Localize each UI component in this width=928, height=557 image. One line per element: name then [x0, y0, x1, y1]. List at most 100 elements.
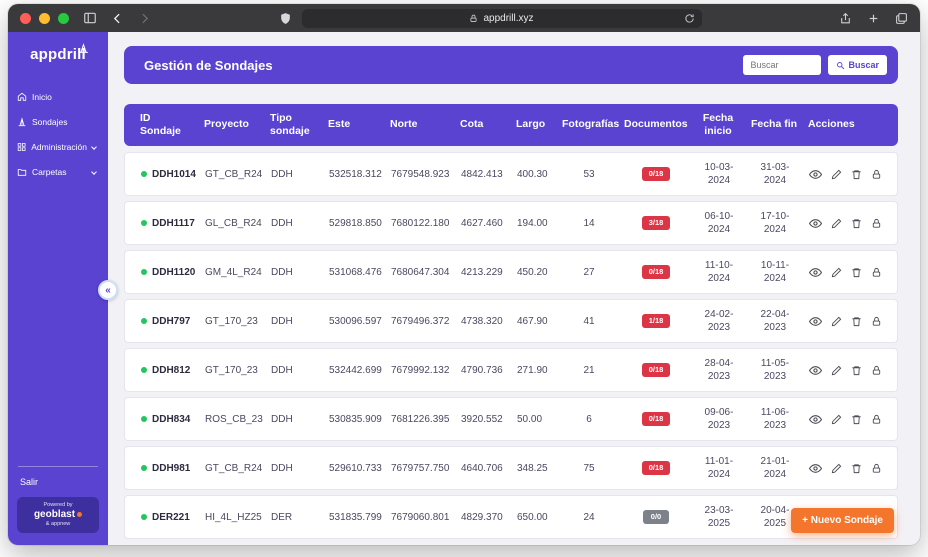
pencil-icon	[831, 365, 842, 376]
lock-action-button[interactable]	[871, 169, 882, 180]
lock-action-button[interactable]	[871, 414, 882, 425]
delete-action-button[interactable]	[851, 414, 862, 425]
north-cell: 7679060.801	[391, 511, 461, 524]
sidebar-item-label: Carpetas	[32, 167, 67, 177]
new-tab-icon[interactable]	[867, 12, 880, 25]
lock-action-button[interactable]	[871, 365, 882, 376]
sidebar-collapse-button[interactable]: «	[98, 280, 118, 300]
column-header: Tipo sondaje	[270, 112, 328, 138]
lock-action-button[interactable]	[871, 218, 882, 229]
delete-action-button[interactable]	[851, 169, 862, 180]
actions-cell	[809, 315, 897, 328]
sondaje-id: DDH1117	[152, 217, 195, 230]
lock-action-button[interactable]	[871, 463, 882, 474]
sidebar-item-sondajes[interactable]: Sondajes	[8, 112, 108, 132]
sondaje-id: DDH797	[152, 315, 190, 328]
view-action-button[interactable]	[809, 217, 822, 230]
project-cell: GL_CB_R24	[205, 217, 271, 230]
page-title: Gestión de Sondajes	[144, 58, 743, 73]
app-logo: appdrill	[8, 32, 108, 65]
edit-action-button[interactable]	[831, 218, 842, 229]
view-action-button[interactable]	[809, 462, 822, 475]
delete-action-button[interactable]	[851, 218, 862, 229]
documents-cell: 0/0	[625, 510, 697, 525]
delete-action-button[interactable]	[851, 316, 862, 327]
eye-icon	[809, 364, 822, 377]
reload-icon[interactable]	[684, 13, 695, 27]
type-cell: DDH	[271, 315, 329, 328]
share-icon[interactable]	[839, 12, 852, 25]
sidebar-item-inicio[interactable]: Inicio	[8, 87, 108, 107]
page-header: Gestión de Sondajes Buscar	[124, 46, 898, 84]
elevation-cell: 4790.736	[461, 364, 517, 377]
start-date-cell: 10-03-2024	[697, 161, 751, 187]
documents-badge: 1/18	[642, 314, 671, 329]
sidebar-item-carpetas[interactable]: Carpetas	[8, 162, 108, 182]
search-input[interactable]	[743, 55, 821, 75]
padlock-icon	[871, 218, 882, 229]
trash-icon	[851, 316, 862, 327]
start-date-cell: 28-04-2023	[697, 357, 751, 383]
view-action-button[interactable]	[809, 315, 822, 328]
edit-action-button[interactable]	[831, 169, 842, 180]
search-button[interactable]: Buscar	[828, 55, 887, 75]
edit-action-button[interactable]	[831, 414, 842, 425]
photos-cell: 27	[563, 266, 625, 279]
delete-action-button[interactable]	[851, 365, 862, 376]
minimize-window-button[interactable]	[39, 13, 50, 24]
project-cell: GM_4L_R24	[205, 266, 271, 279]
delete-action-button[interactable]	[851, 463, 862, 474]
start-date-cell: 23-03-2025	[697, 504, 751, 530]
view-action-button[interactable]	[809, 266, 822, 279]
sondaje-id-cell: DDH981	[141, 462, 205, 475]
sondaje-id-cell: DER221	[141, 511, 205, 524]
end-date-cell: 11-06-2023	[751, 406, 809, 432]
drill-rig-logo-icon	[77, 40, 90, 58]
type-cell: DDH	[271, 462, 329, 475]
edit-action-button[interactable]	[831, 463, 842, 474]
sidebar-item-label: Administración	[31, 142, 87, 152]
documents-badge: 3/18	[642, 216, 671, 231]
lock-action-button[interactable]	[871, 267, 882, 278]
view-action-button[interactable]	[809, 364, 822, 377]
documents-cell: 0/18	[625, 363, 697, 378]
view-action-button[interactable]	[809, 413, 822, 426]
forward-icon[interactable]	[138, 12, 151, 25]
close-window-button[interactable]	[20, 13, 31, 24]
tab-overview-icon[interactable]	[895, 12, 908, 25]
lock-action-button[interactable]	[871, 316, 882, 327]
edit-action-button[interactable]	[831, 316, 842, 327]
new-sondaje-button[interactable]: + Nuevo Sondaje	[791, 508, 894, 533]
north-cell: 7679992.132	[391, 364, 461, 377]
actions-cell	[809, 217, 897, 230]
type-cell: DDH	[271, 168, 329, 181]
edit-action-button[interactable]	[831, 267, 842, 278]
pencil-icon	[831, 463, 842, 474]
sidebar-toggle-icon[interactable]	[83, 11, 97, 25]
elevation-cell: 4738.320	[461, 315, 517, 328]
elevation-cell: 4627.460	[461, 217, 517, 230]
column-header: Acciones	[808, 118, 898, 131]
status-dot	[141, 465, 147, 471]
back-icon[interactable]	[111, 12, 124, 25]
east-cell: 530096.597	[329, 315, 391, 328]
edit-action-button[interactable]	[831, 365, 842, 376]
north-cell: 7679496.372	[391, 315, 461, 328]
sidebar-item-administracion[interactable]: Administración	[8, 137, 108, 157]
privacy-shield-icon[interactable]	[279, 12, 292, 25]
logout-button[interactable]: Salir	[8, 474, 108, 497]
pencil-icon	[831, 267, 842, 278]
project-cell: ROS_CB_23	[205, 413, 271, 426]
east-cell: 532442.699	[329, 364, 391, 377]
north-cell: 7680122.180	[391, 217, 461, 230]
length-cell: 348.25	[517, 462, 563, 475]
sidebar-divider	[18, 466, 98, 467]
delete-action-button[interactable]	[851, 267, 862, 278]
view-action-button[interactable]	[809, 168, 822, 181]
browser-titlebar: appdrill.xyz	[8, 4, 920, 32]
address-bar[interactable]: appdrill.xyz	[302, 9, 702, 28]
length-cell: 400.30	[517, 168, 563, 181]
pencil-icon	[831, 316, 842, 327]
zoom-window-button[interactable]	[58, 13, 69, 24]
type-cell: DDH	[271, 413, 329, 426]
